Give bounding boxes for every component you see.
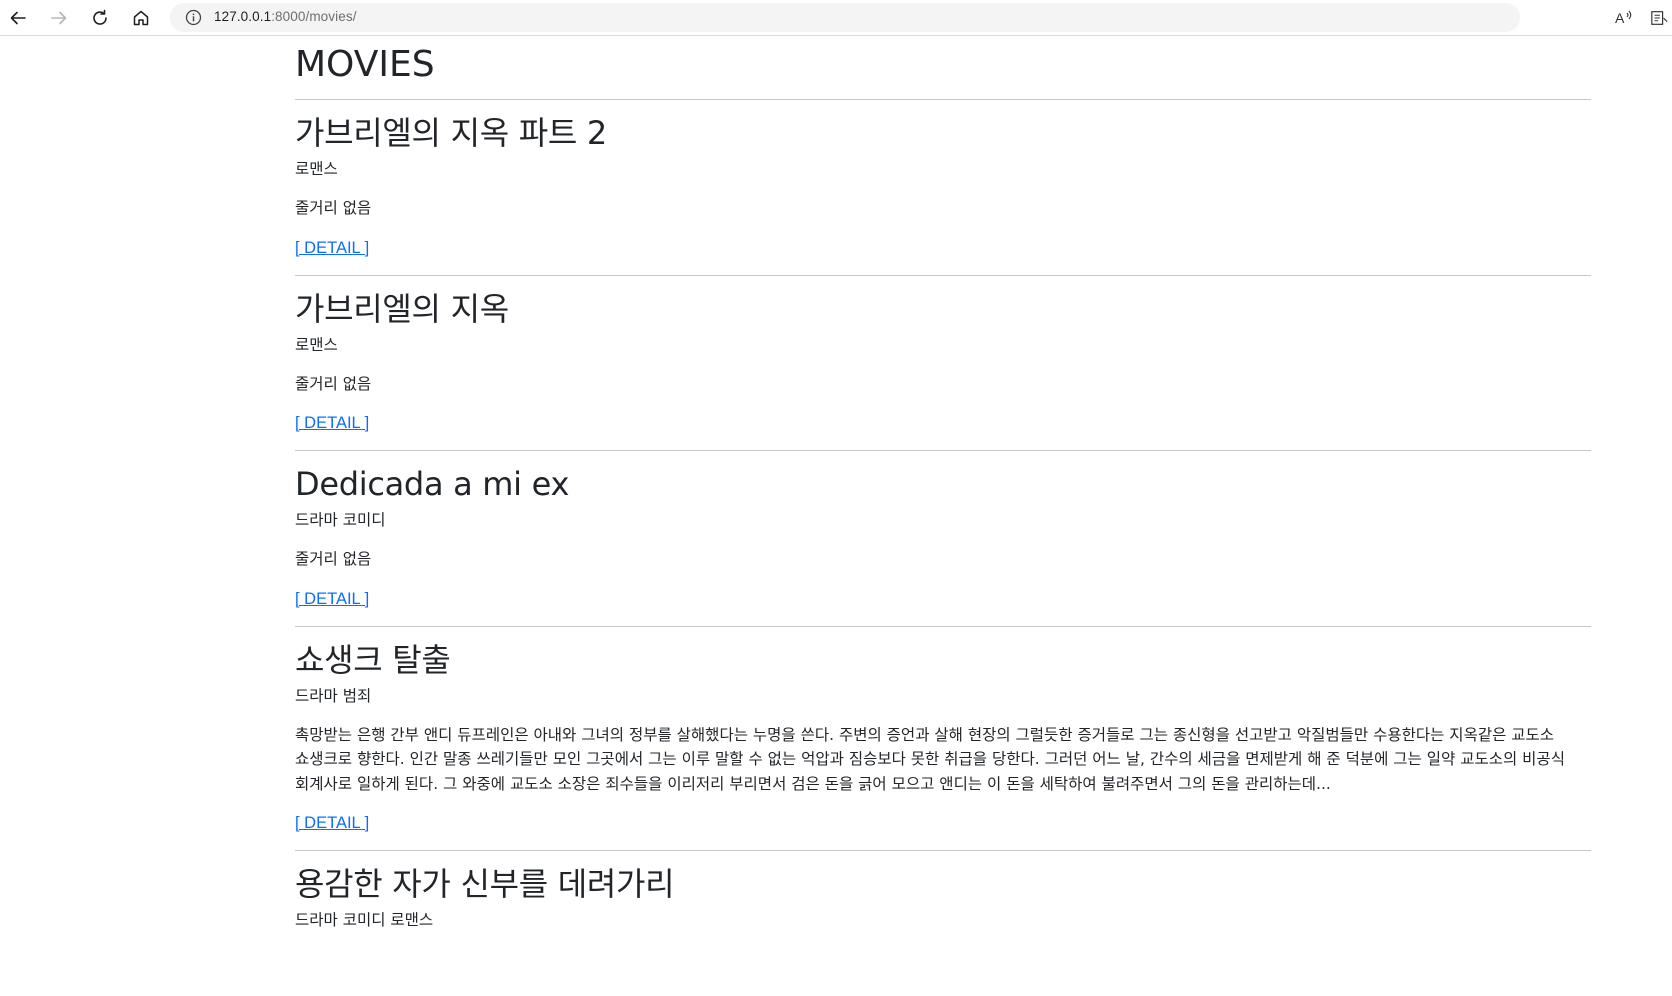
forward-button[interactable] xyxy=(45,4,73,32)
movie-description: 줄거리 없음 xyxy=(295,199,372,217)
info-icon[interactable] xyxy=(185,9,202,26)
url-path: :8000/movies/ xyxy=(271,9,357,24)
movie-genre: 드라마 범죄 xyxy=(295,686,372,705)
movie-detail-link[interactable]: [ DETAIL ] xyxy=(295,412,369,434)
svg-text:A: A xyxy=(1615,10,1625,26)
movie-description: 줄거리 없음 xyxy=(295,550,372,568)
movie-title: Dedicada a mi ex xyxy=(295,465,570,503)
reload-button[interactable] xyxy=(86,4,114,32)
reload-icon xyxy=(93,9,107,25)
movie-divider xyxy=(295,450,1591,451)
movie-detail-link[interactable]: [ DETAIL ] xyxy=(295,812,369,834)
movie-divider xyxy=(295,625,1591,627)
movie-detail-link[interactable]: [ DETAIL ] xyxy=(295,588,369,610)
movie-description: 줄거리 없음 xyxy=(295,374,372,393)
url-text[interactable]: 127.0.0.1:8000/movies/ xyxy=(214,9,357,24)
movie-title: 용감한 자가 신부를 데려가리 xyxy=(295,865,675,903)
movie-divider xyxy=(295,274,1591,276)
movie-title: 쇼생크 탈출 xyxy=(295,640,451,679)
page-title: MOVIES xyxy=(295,44,435,85)
url-host: 127.0.0.1 xyxy=(214,9,272,24)
immersive-reader-icon[interactable] xyxy=(1650,8,1668,28)
movie-title: 가브리엘의 지옥 파트 2 xyxy=(295,114,607,152)
movie-divider xyxy=(295,850,1591,851)
movie-item: 용감한 자가 신부를 데려가리 드라마 코미디 로맨스 xyxy=(295,864,1591,931)
movie-item: Dedicada a mi ex 드라마 코미디 줄거리 없음 [ DETAIL… xyxy=(295,464,1591,627)
browser-toolbar: 127.0.0.1:8000/movies/ A xyxy=(0,0,1672,36)
title-divider xyxy=(295,99,1591,100)
movie-title: 가브리엘의 지옥 xyxy=(295,289,509,328)
home-button[interactable] xyxy=(127,4,155,32)
back-button[interactable] xyxy=(4,4,32,32)
movie-detail-link[interactable]: [ DETAIL ] xyxy=(295,237,369,259)
address-bar[interactable]: 127.0.0.1:8000/movies/ xyxy=(170,3,1520,32)
back-arrow-icon xyxy=(10,11,26,25)
home-icon xyxy=(133,10,149,26)
movie-genre: 드라마 코미디 로맨스 xyxy=(295,911,434,929)
movie-genre: 드라마 코미디 xyxy=(295,511,386,529)
read-aloud-icon[interactable]: A xyxy=(1614,8,1634,28)
main-container: MOVIES 가브리엘의 지옥 파트 2 로맨스 줄거리 없음 [ DETAIL… xyxy=(295,37,1591,931)
movie-item: 가브리엘의 지옥 로맨스 줄거리 없음 [ DETAIL ] xyxy=(295,289,1591,451)
movie-genre: 로맨스 xyxy=(295,160,338,178)
movie-description: 촉망받는 은행 간부 앤디 듀프레인은 아내와 그녀의 정부를 살해했다는 누명… xyxy=(295,725,1565,793)
movie-genre: 로맨스 xyxy=(295,335,338,354)
movie-item: 쇼생크 탈출 드라마 범죄 촉망받는 은행 간부 앤디 듀프레인은 아내와 그녀… xyxy=(295,640,1591,851)
movie-item: 가브리엘의 지옥 파트 2 로맨스 줄거리 없음 [ DETAIL ] xyxy=(295,113,1591,276)
forward-arrow-icon xyxy=(51,11,67,25)
